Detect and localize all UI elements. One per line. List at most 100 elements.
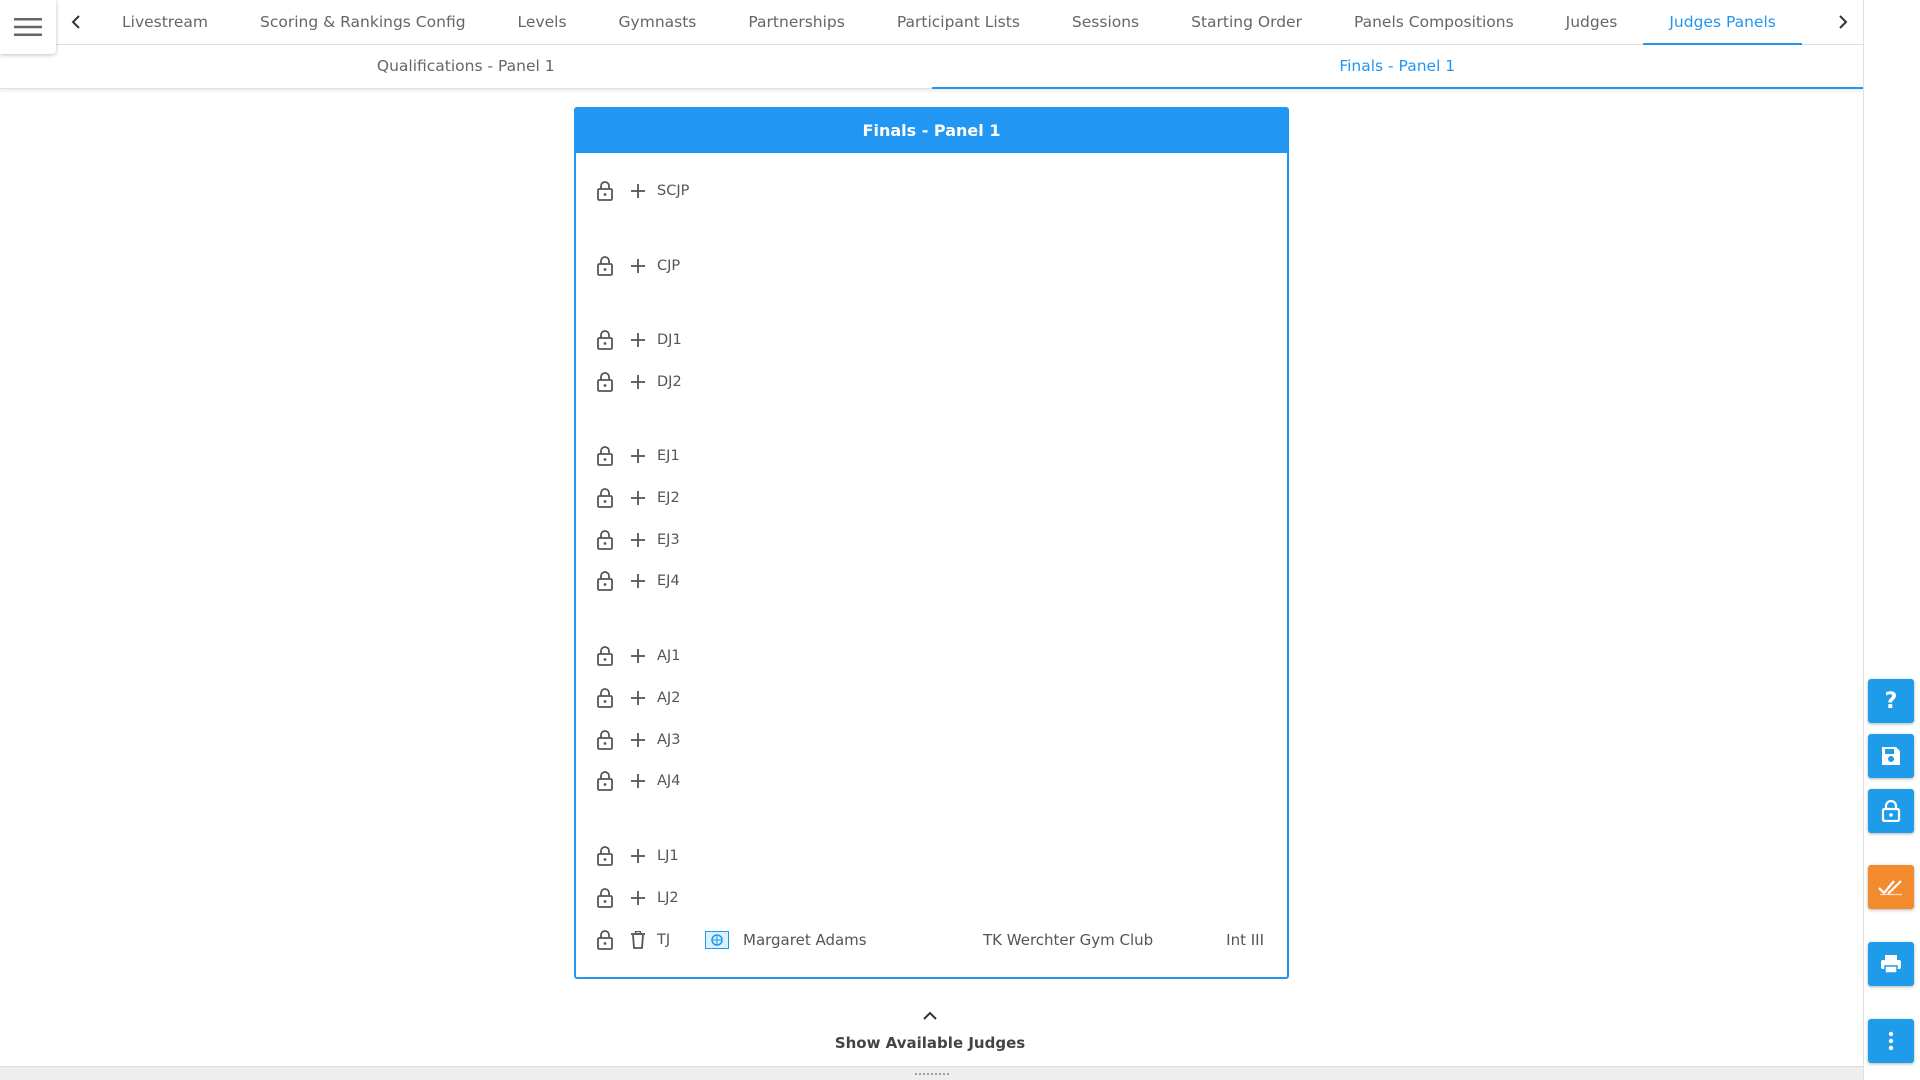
role-lock-toggle[interactable] [588,483,621,513]
add-judge-button[interactable] [621,766,654,796]
tab-participant-lists[interactable]: Participant Lists [871,0,1046,44]
add-judge-button[interactable] [621,176,654,206]
nav-scroll-right-button[interactable] [1823,0,1863,44]
role-label: AJ2 [657,690,681,706]
hamburger-menu-button[interactable] [0,0,56,54]
lock-button[interactable] [1868,789,1914,833]
tab-scoring-rankings-config[interactable]: Scoring & Rankings Config [234,0,492,44]
validate-button[interactable] [1868,865,1914,909]
double-check-icon [1878,880,1902,896]
add-judge-button[interactable] [621,525,654,555]
plus-icon [630,333,645,347]
role-lock-toggle[interactable] [588,841,621,871]
unlock-icon [596,330,613,350]
role-row-aj4: AJ4 [588,766,1276,796]
add-judge-button[interactable] [621,367,654,397]
role-label: CJP [657,258,681,274]
tab-starting-order[interactable]: Starting Order [1165,0,1328,44]
tab-livestream[interactable]: Livestream [96,0,234,44]
role-lock-toggle[interactable] [588,441,621,471]
role-lock-toggle[interactable] [588,883,621,913]
tab-panels-compositions[interactable]: Panels Compositions [1328,0,1540,44]
tab-partnerships[interactable]: Partnerships [722,0,870,44]
save-button[interactable] [1868,734,1914,778]
role-row-lj1: LJ1 [588,841,1276,871]
printer-icon [1881,955,1901,974]
tab-judges[interactable]: Judges [1540,0,1644,44]
add-judge-button[interactable] [621,251,654,281]
chevron-left-icon [71,15,80,29]
role-label: LJ2 [657,890,679,906]
role-lock-toggle[interactable] [588,641,621,671]
tab-judges-panels[interactable]: Judges Panels [1643,0,1802,45]
chevron-up-icon [923,1011,937,1020]
unlock-icon [596,571,613,591]
role-lock-toggle[interactable] [588,683,621,713]
role-lock-toggle[interactable] [588,566,621,596]
add-judge-button[interactable] [621,683,654,713]
role-row-dj1: DJ1 [588,325,1276,355]
unlock-icon [596,530,613,550]
drag-handle-icon[interactable] [914,1072,950,1076]
role-row-aj1: AJ1 [588,641,1276,671]
lock-icon [1881,800,1901,822]
subtab-qualifications-panel-1[interactable]: Qualifications - Panel 1 [0,45,932,88]
tab-sessions[interactable]: Sessions [1046,0,1165,44]
unlock-icon [596,771,613,791]
right-action-rail [1863,0,1920,1080]
judges-panel-card: Finals - Panel 1 SCJP CJP DJ1 DJ2 EJ1 EJ… [574,107,1289,979]
role-row-tj: TJ Margaret Adams TK Werchter Gym Club I… [588,925,1276,955]
unlock-icon [596,256,613,276]
role-lock-toggle[interactable] [588,251,621,281]
role-row-ej3: EJ3 [588,525,1276,555]
add-judge-button[interactable] [621,483,654,513]
help-button[interactable]: ? [1868,679,1914,723]
unlock-icon [596,846,613,866]
role-lock-toggle[interactable] [588,325,621,355]
question-icon: ? [1884,688,1898,714]
add-judge-button[interactable] [621,325,654,355]
bottom-resize-bar[interactable] [0,1066,1863,1080]
add-judge-button[interactable] [621,841,654,871]
role-row-ej2: EJ2 [588,483,1276,513]
judge-level: Int III [1226,931,1264,949]
chevron-right-icon [1839,15,1848,29]
role-row-dj2: DJ2 [588,367,1276,397]
more-options-button[interactable] [1868,1019,1914,1063]
tab-levels[interactable]: Levels [492,0,593,44]
role-lock-toggle[interactable] [588,766,621,796]
more-vertical-icon [1888,1031,1894,1051]
plus-icon [630,574,645,588]
plus-icon [630,184,645,198]
unlock-icon [596,181,613,201]
role-label: SCJP [657,183,690,199]
role-lock-toggle[interactable] [588,367,621,397]
add-judge-button[interactable] [621,441,654,471]
plus-icon [630,259,645,273]
plus-icon [630,733,645,747]
tab-gymnasts[interactable]: Gymnasts [593,0,723,44]
role-row-ej4: EJ4 [588,566,1276,596]
plus-icon [630,375,645,389]
show-available-judges-label: Show Available Judges [834,1034,1026,1052]
role-label: AJ4 [657,773,681,789]
judge-name: Margaret Adams [743,931,867,949]
save-icon [1882,747,1900,765]
role-row-lj2: LJ2 [588,883,1276,913]
role-lock-toggle[interactable] [588,176,621,206]
role-lock-toggle[interactable] [588,525,621,555]
add-judge-button[interactable] [621,566,654,596]
unlock-icon [596,446,613,466]
print-button[interactable] [1868,942,1914,986]
unlock-icon [596,488,613,508]
remove-judge-button[interactable] [621,925,654,955]
show-available-judges-button[interactable]: Show Available Judges [780,1010,1080,1052]
subtab-finals-panel-1[interactable]: Finals - Panel 1 [931,45,1864,89]
role-lock-toggle[interactable] [588,725,621,755]
nav-scroll-left-button[interactable] [56,0,96,44]
add-judge-button[interactable] [621,641,654,671]
hamburger-icon [14,18,42,36]
role-lock-toggle[interactable] [588,925,621,955]
add-judge-button[interactable] [621,725,654,755]
add-judge-button[interactable] [621,883,654,913]
